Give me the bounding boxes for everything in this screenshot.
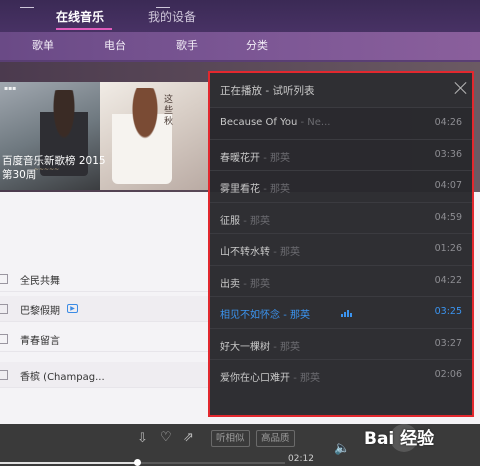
song-title: 山不转水转 xyxy=(220,247,270,258)
song-name: 青春留言 xyxy=(20,336,60,347)
home-icon[interactable] xyxy=(20,0,34,8)
panel-header: 正在播放 - 试听列表 xyxy=(210,73,472,107)
subnav-item-categories[interactable]: 分类 xyxy=(246,32,268,60)
subnav-item-radio[interactable]: 电台 xyxy=(104,32,126,60)
song-name: 巴黎假期 xyxy=(20,306,60,317)
panel-title: 正在播放 - 试听列表 xyxy=(220,85,315,97)
playlist-item[interactable]: 山不转水转 - 那英 01:26 xyxy=(210,233,472,264)
playlist-item[interactable]: 出卖 - 那英 04:22 xyxy=(210,264,472,296)
song-title: 征服 xyxy=(220,215,240,227)
song-duration: 03:36 xyxy=(434,148,462,160)
current-time: 02:12 xyxy=(288,454,314,464)
song-title: 爱你在心口难开 xyxy=(220,373,290,384)
song-duration: 02:06 xyxy=(434,369,462,380)
song-title: 好大一棵树 xyxy=(220,341,270,353)
song-duration: 04:59 xyxy=(434,211,462,223)
banner-subtitle: 第30周 xyxy=(2,169,37,181)
playlist-item[interactable]: 爱你在心口难开 - 那英 02:06 xyxy=(210,359,472,390)
playlist-item-text: 出卖 - 那英 xyxy=(220,275,270,290)
song-title: 相见不如怀念 xyxy=(220,310,280,321)
playing-equalizer-icon xyxy=(341,309,355,317)
list-item[interactable]: 全民共舞 xyxy=(0,266,210,292)
song-title: 春暖花开 xyxy=(220,152,260,164)
playlist-item[interactable]: 好大一棵树 - 那英 03:27 xyxy=(210,327,472,359)
playlist-item[interactable]: 征服 - 那英 04:59 xyxy=(210,201,472,233)
progress-fill xyxy=(0,462,137,464)
playlist-item[interactable]: Because Of You - Ne... 04:26 xyxy=(210,107,472,138)
song-duration: 03:25 xyxy=(434,306,462,317)
sub-navigation: 歌单 电台 歌手 分类 xyxy=(0,32,480,60)
mv-play-icon[interactable]: ▶ xyxy=(67,304,78,313)
song-name: 全民共舞 xyxy=(20,276,60,287)
song-artist: - 那英 xyxy=(243,215,270,227)
subnav-item-playlists[interactable]: 歌单 xyxy=(32,32,54,60)
list-item[interactable]: 香槟 (Champag... xyxy=(0,362,210,388)
song-artist: - 那英 xyxy=(273,341,300,353)
song-duration: 04:07 xyxy=(434,180,462,191)
tab-my-device[interactable]: 我的设备 xyxy=(148,2,196,32)
similar-songs-button[interactable]: 听相似 xyxy=(211,430,250,447)
song-title: 出卖 xyxy=(220,278,240,290)
now-playing-panel: 正在播放 - 试听列表 Because Of You - Ne... 04:26 春… xyxy=(208,71,474,417)
song-title: Because Of You xyxy=(220,117,298,128)
song-artist: - 那英 xyxy=(243,278,270,290)
song-icon xyxy=(0,274,8,284)
song-icon xyxy=(0,370,8,380)
song-name: 香槟 (Champag... xyxy=(20,372,105,383)
playlist-item[interactable]: 春暖花开 - 那英 03:36 xyxy=(210,138,472,170)
playlist-item-text: 好大一棵树 - 那英 xyxy=(220,338,300,353)
playlist-item[interactable]: 雾里看花 - 那英 04:07 xyxy=(210,170,472,201)
song-artist: - 那英 xyxy=(263,152,290,164)
subnav-item-singers[interactable]: 歌手 xyxy=(176,32,198,60)
volume-icon[interactable]: 🔈 xyxy=(334,442,350,455)
playlist-item-text: 山不转水转 - 那英 xyxy=(220,243,300,258)
song-artist: - 那英 xyxy=(273,247,300,258)
song-duration: 01:26 xyxy=(434,243,462,254)
playlist-item-text: 相见不如怀念 - 那英 xyxy=(220,306,310,321)
song-artist: - 那英 xyxy=(283,310,310,321)
watermark-text: Bai 经验 xyxy=(364,429,435,449)
song-duration: 03:27 xyxy=(434,337,462,349)
playlist-item-text: 春暖花开 - 那英 xyxy=(220,149,290,164)
banner-logo-mark: ▪▪▪ xyxy=(4,85,17,92)
list-item[interactable]: 巴黎假期 ▶ xyxy=(0,296,210,322)
playlist-item-text: 征服 - 那英 xyxy=(220,212,270,227)
playlist-item-text: 爱你在心口难开 - 那英 xyxy=(220,369,320,384)
progress-handle[interactable] xyxy=(133,459,141,466)
song-icon xyxy=(0,304,8,314)
close-icon[interactable] xyxy=(454,81,468,95)
list-item[interactable]: 青春留言 xyxy=(0,326,210,352)
song-artist: - 那英 xyxy=(293,373,320,384)
song-icon xyxy=(0,334,8,344)
song-artist: - 那英 xyxy=(263,184,290,195)
banner-tagline-mark: ~~~~~ xyxy=(34,166,60,173)
song-title: 雾里看花 xyxy=(220,184,260,195)
quality-button[interactable]: 高品质 xyxy=(256,430,295,447)
active-tab-indicator xyxy=(56,28,112,30)
playlist-item-playing[interactable]: 相见不如怀念 - 那英 03:25 xyxy=(210,296,472,327)
playlist-item-text: 雾里看花 - 那英 xyxy=(220,180,290,195)
song-artist: - Ne... xyxy=(300,117,331,128)
song-duration: 04:22 xyxy=(434,274,462,286)
share-icon[interactable]: ⇗ xyxy=(183,431,194,444)
progress-bar[interactable] xyxy=(0,459,285,466)
playlist-item-text: Because Of You - Ne... xyxy=(220,117,330,128)
heart-icon[interactable]: ♡ xyxy=(160,431,172,444)
download-icon[interactable]: ⇩ xyxy=(137,432,148,445)
music-app: 在线音乐 我的设备 歌单 电台 歌手 分类 这些秋 ▪▪▪ 百度音乐新歌榜 20… xyxy=(0,0,480,466)
banner-vertical-title: 这些秋 xyxy=(162,94,172,127)
song-duration: 04:26 xyxy=(434,117,462,128)
